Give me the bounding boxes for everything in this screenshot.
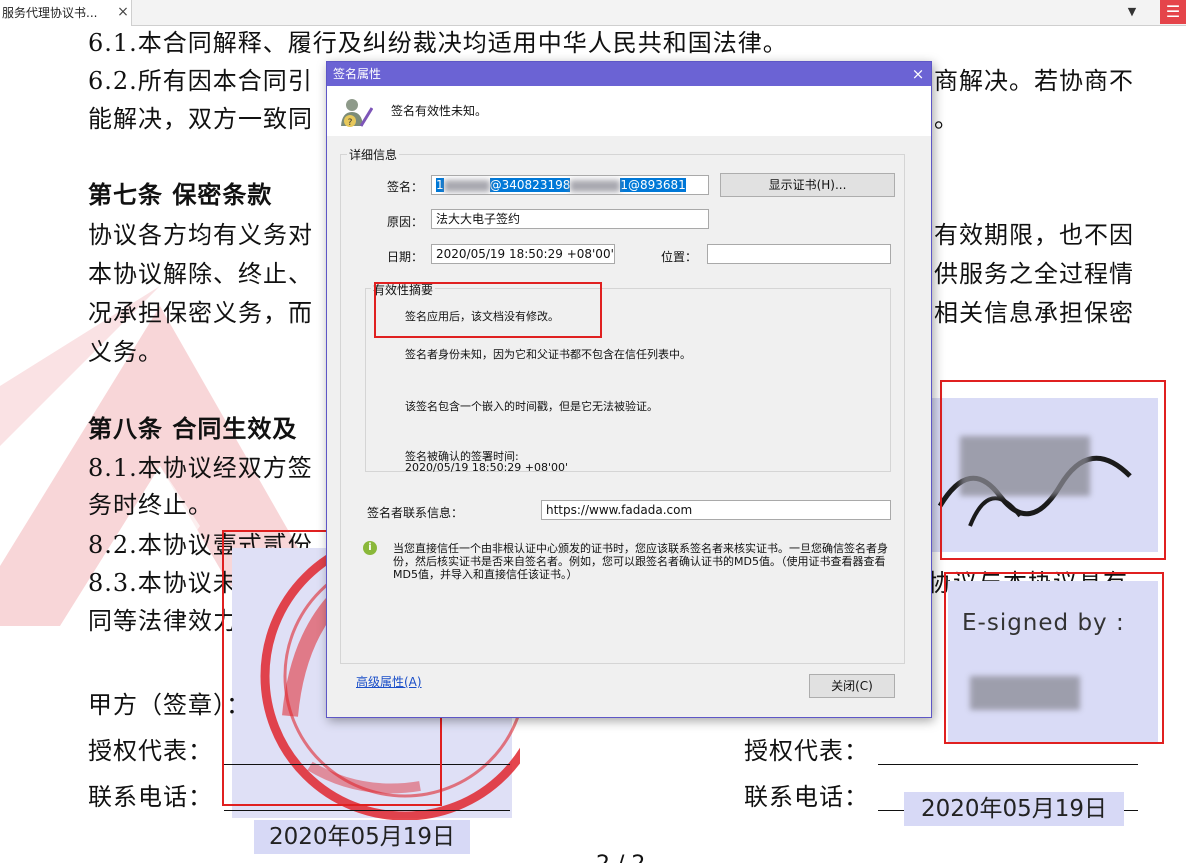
signature-status-text: 签名有效性未知。	[391, 104, 488, 118]
signer-unknown-icon: ?	[341, 99, 373, 128]
chevron-down-icon[interactable]: ▼	[1124, 4, 1140, 20]
contact-label: 签名者联系信息：	[367, 506, 464, 520]
document-tab[interactable]: 服务代理协议书... ×	[0, 0, 132, 26]
tab-bar: 服务代理协议书... × ▼ ☰	[0, 0, 1186, 26]
show-certificate-button[interactable]: 显示证书(H)...	[720, 173, 895, 197]
doc-line: 6.1.本合同解释、履行及纠纷裁决均适用中华人民共和国法律。	[88, 29, 788, 57]
validity-item: 2020/05/19 18:50:29 +08'00'	[405, 461, 569, 474]
highlight-box-signature	[940, 380, 1166, 560]
close-icon[interactable]: ×	[116, 5, 130, 19]
section-heading: 第八条 合同生效及	[88, 414, 298, 443]
highlight-box-validity	[374, 282, 602, 338]
doc-line: 能解决，双方一致同	[88, 105, 313, 133]
validity-item: 签名者身份未知，因为它和父证书都不包含在信任列表中。	[405, 348, 691, 361]
doc-line: 。	[934, 105, 959, 133]
doc-line: 协议各方均有义务对	[88, 221, 313, 249]
date-label: 日期：	[387, 250, 424, 264]
trust-info-text: 当您直接信任一个由非根认证中心颁发的证书时，您应该联系签名者来核实证书。一旦您确…	[393, 542, 888, 581]
doc-line: 有效期限，也不因	[934, 221, 1134, 249]
page-number: 2 / 2	[596, 852, 645, 863]
dialog-titlebar[interactable]: 签名属性 ×	[327, 62, 931, 86]
blurred-text	[443, 179, 490, 192]
close-icon[interactable]: ×	[905, 62, 931, 86]
dialog-title: 签名属性	[333, 67, 382, 81]
phone-label-right: 联系电话：	[744, 783, 869, 811]
highlight-box-esign	[944, 572, 1164, 744]
rep-label-left: 授权代表：	[88, 737, 213, 765]
svg-text:?: ?	[348, 118, 353, 128]
doc-line: 本协议解除、终止、	[88, 260, 313, 288]
dialog-header: ? 签名有效性未知。	[327, 86, 931, 136]
menu-icon[interactable]: ☰	[1160, 0, 1186, 24]
signer-value-part: 1@893681	[620, 178, 686, 192]
reason-field[interactable]: 法大大电子签约	[431, 209, 709, 229]
signature-line	[224, 810, 510, 811]
advanced-properties-link[interactable]: 高级属性(A)	[356, 673, 422, 690]
rep-label-right: 授权代表：	[744, 737, 869, 765]
close-button[interactable]: 关闭(C)	[809, 674, 895, 698]
signer-label: 签名：	[387, 180, 424, 194]
signature-properties-dialog: 签名属性 × ? 签名有效性未知。 详细信息 签名： 1 @340823198 1@…	[326, 61, 932, 718]
signer-value-part: 1	[436, 178, 444, 192]
doc-line: 8.1.本协议经双方签	[88, 454, 313, 482]
doc-line: 况承担保密义务，而	[88, 299, 313, 327]
date-field[interactable]: 2020/05/19 18:50:29 +08'00'	[431, 244, 615, 264]
signature-line	[878, 764, 1138, 765]
doc-line: 6.2.所有因本合同引	[88, 67, 313, 95]
info-icon: i	[363, 541, 377, 555]
date-stamp-right: 2020年05月19日	[904, 792, 1124, 826]
blurred-text	[570, 179, 621, 192]
doc-line: 相关信息承担保密	[934, 299, 1134, 327]
location-label: 位置：	[661, 250, 698, 264]
phone-label-left: 联系电话：	[88, 783, 213, 811]
section-heading: 第七条 保密条款	[88, 180, 273, 209]
signer-field[interactable]: 1 @340823198 1@893681	[431, 175, 709, 195]
doc-line: 义务。	[88, 338, 163, 366]
date-stamp-left: 2020年05月19日	[254, 820, 470, 854]
doc-line: 供服务之全过程情	[934, 260, 1134, 288]
tab-title: 服务代理协议书...	[2, 6, 98, 20]
doc-line: 商解决。若协商不	[934, 67, 1134, 95]
signer-value-part: @340823198	[489, 178, 571, 192]
validity-item: 该签名包含一个嵌入的时间戳，但是它无法被验证。	[405, 400, 658, 413]
location-field[interactable]	[707, 244, 891, 264]
doc-line: 务时终止。	[88, 491, 213, 519]
contact-field[interactable]: https://www.fadada.com	[541, 500, 891, 520]
details-legend: 详细信息	[347, 146, 400, 163]
reason-label: 原因：	[387, 215, 424, 229]
